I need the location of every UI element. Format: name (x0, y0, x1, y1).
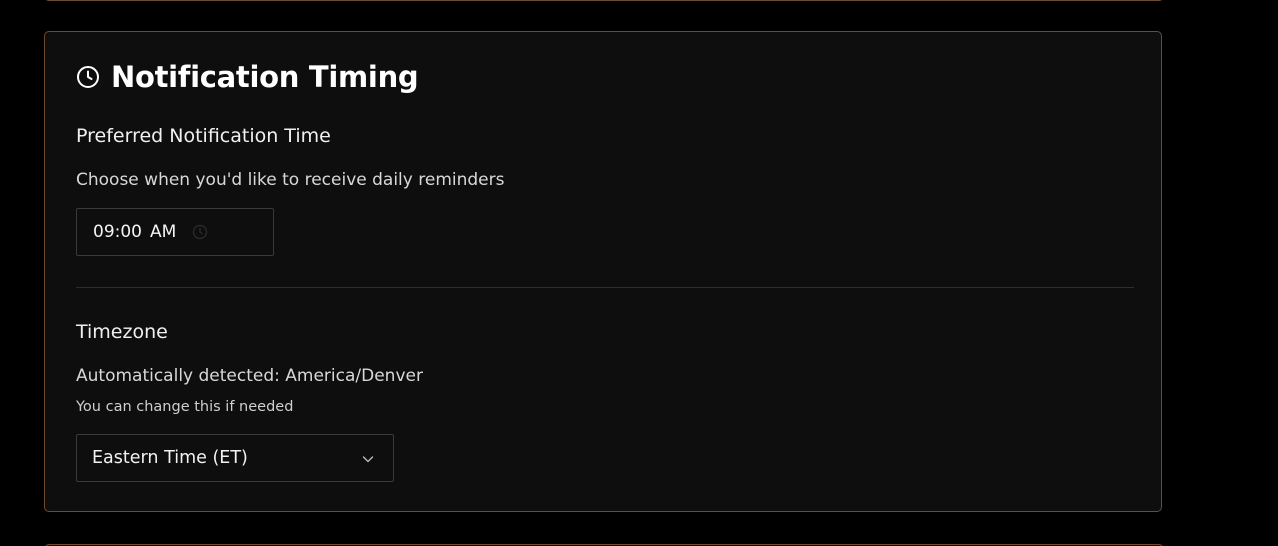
timezone-selected-value[interactable]: Eastern Time (ET) (92, 448, 248, 468)
timezone-select[interactable]: Eastern Time (ET) (76, 434, 394, 482)
timezone-hint: You can change this if needed (76, 399, 294, 415)
timezone-detected-text: Automatically detected: America/Denver (76, 366, 423, 386)
notification-time-description: Choose when you'd like to receive daily … (76, 170, 505, 190)
timezone-label: Timezone (76, 321, 168, 343)
notification-timing-card: Notification Timing Preferred Notificati… (44, 31, 1162, 512)
previous-card (44, 0, 1164, 1)
clock-icon (76, 65, 100, 89)
settings-page: Notification Timing Preferred Notificati… (0, 0, 1278, 546)
time-period[interactable]: AM (150, 222, 176, 242)
notification-time-label: Preferred Notification Time (76, 125, 331, 147)
time-value[interactable]: 09:00 (93, 222, 142, 242)
section-divider (76, 287, 1134, 288)
card-header: Notification Timing (76, 60, 419, 94)
notification-time-input[interactable]: 09:00 AM (76, 208, 274, 256)
card-title: Notification Timing (111, 60, 419, 94)
chevron-down-icon[interactable] (361, 451, 375, 465)
time-picker-clock-icon[interactable] (192, 224, 208, 240)
